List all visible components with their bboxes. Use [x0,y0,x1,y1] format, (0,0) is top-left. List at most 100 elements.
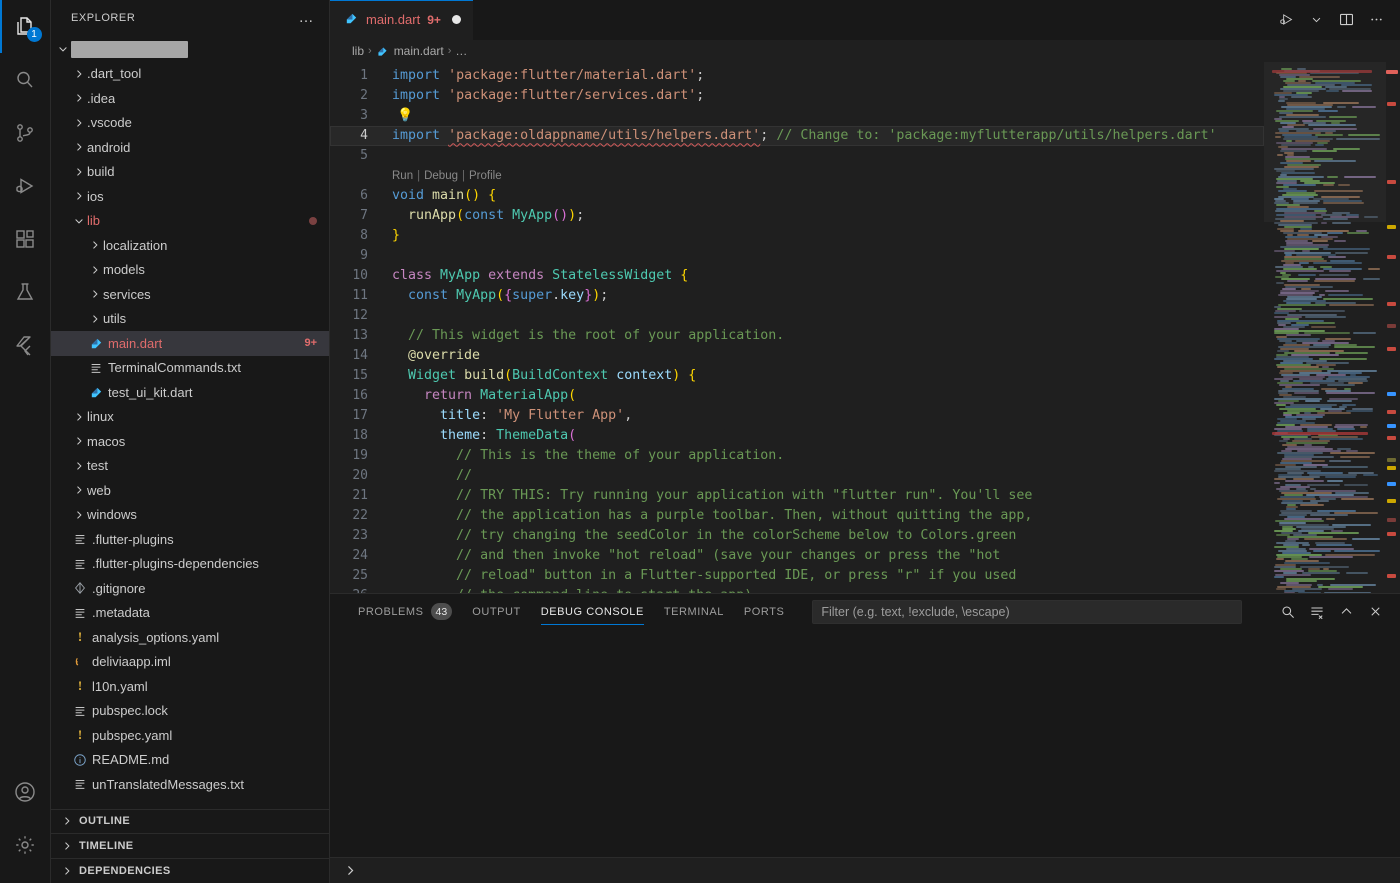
activity-item-search[interactable] [0,53,51,106]
tree-row--idea[interactable]: .idea [51,86,329,111]
tree-row--flutter-plugins[interactable]: .flutter-plugins [51,527,329,552]
activity-item-extensions[interactable] [0,212,51,265]
panel-tab-debug-console[interactable]: DEBUG CONSOLE [531,594,654,629]
code-line-19[interactable]: 19 // This is the theme of your applicat… [330,446,1264,466]
breadcrumb-item-2[interactable]: … [455,44,467,58]
activity-item-flutter[interactable] [0,318,51,371]
breadcrumb-item-0[interactable]: lib [352,44,364,58]
code-line-11[interactable]: 11 const MyApp({super.key}); [330,286,1264,306]
tree-row-ios[interactable]: ios [51,184,329,209]
tree-row-android[interactable]: android [51,135,329,160]
tree-row-web[interactable]: web [51,478,329,503]
split-editor-button[interactable] [1332,6,1360,34]
tree-row-utils[interactable]: utils [51,307,329,332]
tree-row-analysis-options-yaml[interactable]: ! analysis_options.yaml [51,625,329,650]
tree-row-macos[interactable]: macos [51,429,329,454]
code-line-15[interactable]: 15 Widget build(BuildContext context) { [330,366,1264,386]
tree-row-deliviaapp-iml[interactable]: deliviaapp.iml [51,650,329,675]
code-line-12[interactable]: 12 [330,306,1264,326]
sidebar-section-outline[interactable]: OUTLINE [51,810,329,834]
code-line-14[interactable]: 14 @override [330,346,1264,366]
code-line-6[interactable]: 6 void main() { [330,186,1264,206]
tree-row--flutter-plugins-dependencies[interactable]: .flutter-plugins-dependencies [51,552,329,577]
panel-tab-problems[interactable]: PROBLEMS 43 [348,594,462,629]
code-area[interactable]: 1 import 'package:flutter/material.dart';… [330,62,1264,593]
tree-row-pubspec-lock[interactable]: pubspec.lock [51,699,329,724]
maximize-panel-button[interactable] [1333,599,1359,625]
codelens-run[interactable]: Run [392,166,413,186]
sidebar-section-timeline[interactable]: TIMELINE [51,834,329,859]
tree-row-untranslatedmessages-txt[interactable]: unTranslatedMessages.txt [51,772,329,797]
editor-more-actions-button[interactable] [1362,6,1390,34]
code-line-21[interactable]: 21 // TRY THIS: Try running your applica… [330,486,1264,506]
tab-dirty-indicator[interactable] [451,15,461,25]
panel-filter-input[interactable]: Filter (e.g. text, !exclude, \escape) [812,599,1243,624]
sidebar-section-dependencies[interactable]: DEPENDENCIES [51,859,329,883]
tree-row-lib[interactable]: lib [51,209,329,234]
lightbulb-icon[interactable]: 💡 [397,108,413,123]
code-line-18[interactable]: 18 theme: ThemeData( [330,426,1264,446]
code-line-8[interactable]: 8} [330,226,1264,246]
activity-item-settings[interactable] [0,818,51,871]
tree-row-windows[interactable]: windows [51,503,329,528]
code-line-5[interactable]: 5 [330,146,1264,166]
tree-row-l10n-yaml[interactable]: ! l10n.yaml [51,674,329,699]
code-line-25[interactable]: 25 // reload" button in a Flutter-suppor… [330,566,1264,586]
tree-row-models[interactable]: models [51,258,329,283]
panel-tab-terminal[interactable]: TERMINAL [654,594,734,629]
debug-console-input[interactable] [330,857,1400,883]
codelens-profile[interactable]: Profile [469,166,502,186]
code-line-17[interactable]: 17 title: 'My Flutter App', [330,406,1264,426]
sidebar-more-actions[interactable]: … [293,9,322,26]
breadcrumb-item-1[interactable]: main.dart [376,44,444,58]
tree-row-build[interactable]: build [51,160,329,185]
code-line-16[interactable]: 16 return MaterialApp( [330,386,1264,406]
close-panel-button[interactable] [1362,599,1388,625]
debug-console-output[interactable] [330,629,1400,857]
file-tree[interactable]: .dart_tool .idea .vscode android build ios lib… [51,35,329,809]
code-line-3[interactable]: 3 💡 [330,106,1264,126]
panel-tab-output[interactable]: OUTPUT [462,594,531,629]
code-line-13[interactable]: 13 // This widget is the root of your ap… [330,326,1264,346]
code-line-7[interactable]: 7 runApp(const MyApp()); [330,206,1264,226]
tab-main-dart[interactable]: main.dart 9+ [330,0,473,40]
tree-row-pubspec-yaml[interactable]: ! pubspec.yaml [51,723,329,748]
code-line-22[interactable]: 22 // the application has a purple toolb… [330,506,1264,526]
activity-item-testing[interactable] [0,265,51,318]
code-line-10[interactable]: 10 class MyApp extends StatelessWidget { [330,266,1264,286]
tree-row-test[interactable]: test [51,454,329,479]
activity-item-explorer[interactable]: 1 [0,0,51,53]
codelens-debug[interactable]: Debug [424,166,458,186]
panel-tab-ports[interactable]: PORTS [734,594,794,629]
codelens-run-debug-profile[interactable]: Run | Debug | Profile [330,166,1264,186]
tree-row-readme-md[interactable]: README.md [51,748,329,773]
code-line-2[interactable]: 2 import 'package:flutter/services.dart'; [330,86,1264,106]
tree-row-root[interactable] [51,37,329,62]
tree-row--dart-tool[interactable]: .dart_tool [51,62,329,87]
tree-row-test-ui-kit-dart[interactable]: test_ui_kit.dart [51,380,329,405]
code-line-4[interactable]: 4 import 'package:oldappname/utils/helper… [330,126,1264,147]
activity-item-source-control[interactable] [0,106,51,159]
minimap[interactable] [1264,62,1386,593]
code-line-9[interactable]: 9 [330,246,1264,266]
tree-row--gitignore[interactable]: .gitignore [51,576,329,601]
code-line-20[interactable]: 20 // [330,466,1264,486]
tree-row-terminalcommands-txt[interactable]: TerminalCommands.txt [51,356,329,381]
overview-ruler[interactable] [1386,62,1400,593]
panel-search-button[interactable] [1275,599,1301,625]
tree-row-services[interactable]: services [51,282,329,307]
tree-row-main-dart[interactable]: main.dart 9+ [51,331,329,356]
tree-row--vscode[interactable]: .vscode [51,111,329,136]
tree-row--metadata[interactable]: .metadata [51,601,329,626]
code-line-26[interactable]: 26 // the command line to start the app)… [330,586,1264,593]
activity-item-accounts[interactable] [0,765,51,818]
code-line-23[interactable]: 23 // try changing the seedColor in the … [330,526,1264,546]
code-line-1[interactable]: 1 import 'package:flutter/material.dart'; [330,66,1264,86]
code-line-24[interactable]: 24 // and then invoke "hot reload" (save… [330,546,1264,566]
run-or-debug-button[interactable] [1272,6,1300,34]
run-options-button[interactable] [1302,6,1330,34]
activity-item-run-and-debug[interactable] [0,159,51,212]
tree-row-linux[interactable]: linux [51,405,329,430]
clear-console-button[interactable] [1304,599,1330,625]
tree-row-localization[interactable]: localization [51,233,329,258]
